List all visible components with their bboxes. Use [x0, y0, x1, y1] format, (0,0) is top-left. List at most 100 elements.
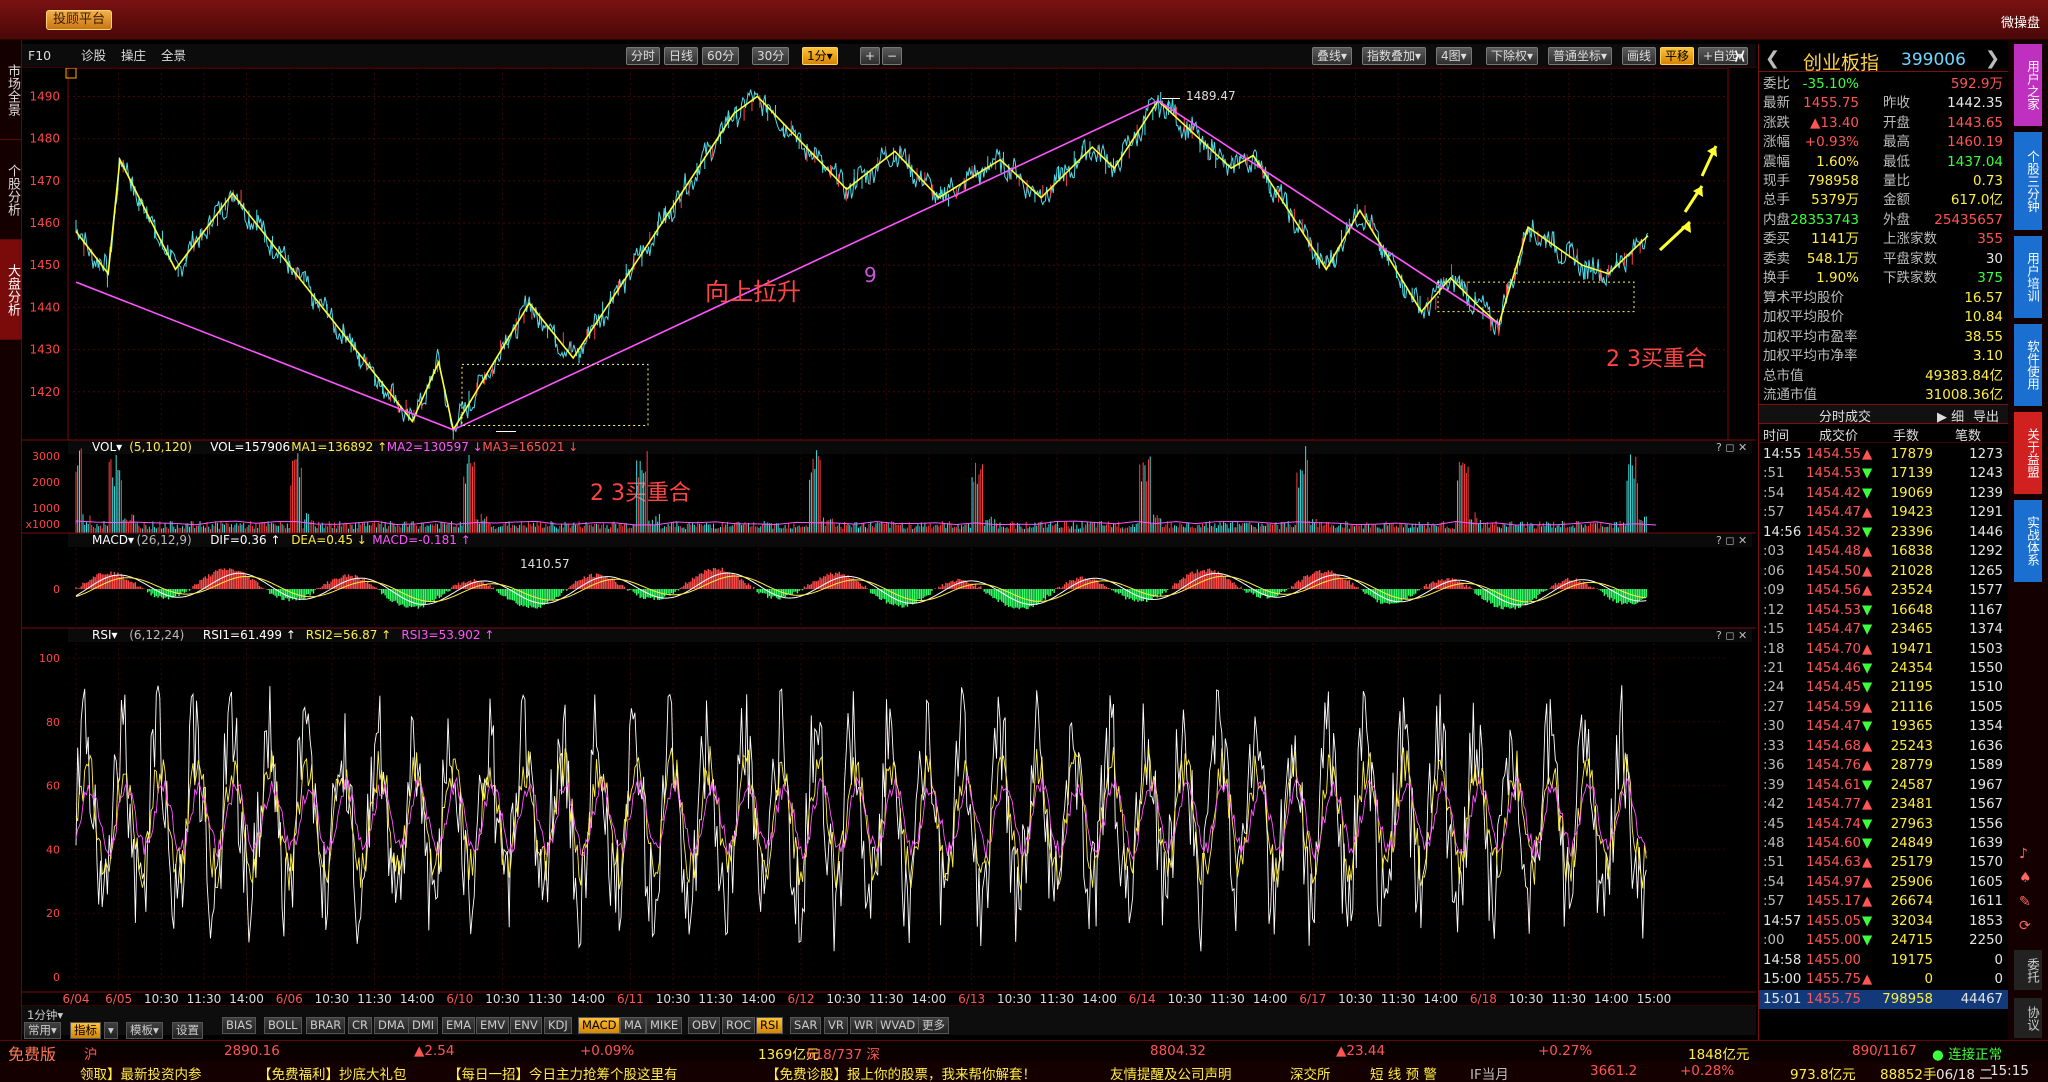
macd-panel-controls-icon[interactable]: ? ◻ ✕ [1716, 534, 1747, 547]
bottom-left-4[interactable]: 模板▾ [126, 1022, 163, 1039]
chart-area[interactable]: 1490 1480 1470 1460 1450 1440 1430 1420 向上拉升 9 2 3… [22, 68, 1756, 1005]
service-tab-1[interactable]: 个股三分钟 [2014, 132, 2042, 230]
news-ticker-item[interactable]: 【免费福利】抄底大礼包 [258, 1063, 407, 1082]
indicator-tab-roc[interactable]: ROC [722, 1017, 756, 1034]
service-tab-3[interactable]: 软件使用 [2014, 324, 2042, 406]
vol-header-0[interactable]: VOL▾ [92, 440, 122, 454]
indicator-tab-env[interactable]: ENV [510, 1017, 542, 1034]
vol-panel-controls-icon[interactable]: ? ◻ ✕ [1716, 441, 1747, 454]
tick-row[interactable]: :30 1454.47 ▼ 19365 1354 [1759, 717, 2009, 736]
tool-icon-1[interactable]: ♠ [2019, 870, 2032, 886]
rsi-header-0[interactable]: RSI▾ [92, 628, 118, 642]
indicator-tab-dmi[interactable]: DMI [408, 1017, 439, 1034]
news-ticker-item[interactable]: 深交所 [1290, 1063, 1331, 1082]
tick-row[interactable]: :51 1454.53 ▼ 17139 1243 [1759, 464, 2009, 483]
toolbar-item-1[interactable]: 诊股 [81, 47, 106, 65]
bottom-left-5[interactable]: 设置 [172, 1022, 203, 1039]
tick-row[interactable]: :18 1454.70 ▲ 19471 1503 [1759, 640, 2009, 659]
toolbar-right-6[interactable]: 平移 [1660, 47, 1695, 65]
toolbar-right-3[interactable]: 下除权▾ [1486, 47, 1539, 65]
tick-row[interactable]: :00 1455.00 ▼ 24715 2250 [1759, 931, 2009, 950]
service-tab-0[interactable]: 用户之家 [2014, 44, 2042, 126]
service-bottom-1[interactable]: 协议 [2014, 998, 2042, 1038]
indicator-tab-ema[interactable]: EMA [442, 1017, 476, 1034]
news-ticker-item[interactable]: 【每日一招】今日主力抢筹个股这里有 [448, 1063, 678, 1082]
indicator-tab-obv[interactable]: OBV [688, 1017, 721, 1034]
tick-row[interactable]: :42 1454.77 ▲ 23481 1567 [1759, 795, 2009, 814]
macd-header-0[interactable]: MACD▾ [92, 533, 134, 547]
indicator-tab-brar[interactable]: BRAR [306, 1017, 346, 1034]
left-tab-0[interactable]: 市场全景 [0, 40, 22, 140]
indicator-tab-boll[interactable]: BOLL [264, 1017, 302, 1034]
period-tab-3[interactable]: 30分 [752, 47, 790, 65]
tick-row[interactable]: :21 1454.46 ▼ 24354 1550 [1759, 659, 2009, 678]
tick-row[interactable]: :15 1454.47 ▼ 23465 1374 [1759, 620, 2009, 639]
next-index-icon[interactable]: ❯ [1985, 48, 2000, 69]
news-ticker-item[interactable]: 友情提醒及公司声明 [1110, 1063, 1232, 1082]
tick-row[interactable]: :36 1454.76 ▲ 28779 1589 [1759, 756, 2009, 775]
news-ticker-item[interactable]: 短 线 预 警 [1370, 1063, 1437, 1082]
indicator-tab-emv[interactable]: EMV [476, 1017, 510, 1034]
toolbar-right-4[interactable]: 普通坐标▾ [1548, 47, 1613, 65]
tick-row[interactable]: 14:57 1455.05 ▼ 32034 1853 [1759, 912, 2009, 931]
service-tab-5[interactable]: 实战体系 [2014, 500, 2042, 582]
service-bottom-0[interactable]: 委托 [2014, 950, 2042, 990]
rsi-panel-controls-icon[interactable]: ? ◻ ✕ [1716, 629, 1747, 642]
tick-row[interactable]: :48 1454.60 ▼ 24849 1639 [1759, 834, 2009, 853]
bottom-left-3[interactable]: ▾ [104, 1022, 118, 1039]
tool-icon-2[interactable]: ✎ [2019, 894, 2031, 910]
left-tab-1[interactable]: 个股分析 [0, 140, 22, 240]
micro-trading-link[interactable]: 微操盘 [2001, 12, 2040, 31]
toolbar-right-1[interactable]: 指数叠加▾ [1362, 47, 1427, 65]
bottom-left-1[interactable]: 常用▾ [24, 1022, 61, 1039]
toolbar-right-2[interactable]: 4图▾ [1436, 47, 1472, 65]
prev-index-icon[interactable]: ❮ [1765, 48, 1780, 69]
indicator-tab-更多[interactable]: 更多 [918, 1017, 949, 1034]
toolbar-item-2[interactable]: 操庄 [121, 47, 146, 65]
zoom-in-button[interactable]: + [860, 47, 880, 65]
tick-row[interactable]: :57 1454.47 ▲ 19423 1291 [1759, 503, 2009, 522]
indicator-tab-sar[interactable]: SAR [790, 1017, 822, 1034]
left-tab-2[interactable]: 大盘分析 [0, 240, 22, 340]
tick-row[interactable]: 15:01 1455.75 798958 44467 [1759, 989, 2009, 1009]
tick-export-button[interactable]: 导出 [1973, 406, 1999, 425]
tick-row[interactable]: :09 1454.56 ▲ 23524 1577 [1759, 581, 2009, 600]
tick-row[interactable]: :03 1454.48 ▲ 16838 1292 [1759, 542, 2009, 561]
toolbar-right-5[interactable]: 画线 [1622, 47, 1657, 65]
indicator-tab-cr[interactable]: CR [348, 1017, 373, 1034]
tick-row[interactable]: :57 1455.17 ▲ 26674 1611 [1759, 892, 2009, 911]
period-tab-4[interactable]: 1分▾ [802, 47, 838, 65]
tick-row[interactable]: :12 1454.53 ▼ 16648 1167 [1759, 601, 2009, 620]
tick-row[interactable]: :54 1454.42 ▼ 19069 1239 [1759, 484, 2009, 503]
tick-row[interactable]: 15:00 1455.75 ▲ 0 0 [1759, 970, 2009, 989]
tick-detail-button[interactable]: ▶ 细 [1937, 406, 1964, 425]
period-tab-2[interactable]: 60分 [702, 47, 740, 65]
tick-row[interactable]: 14:55 1454.55 ▲ 17879 1273 [1759, 445, 2009, 464]
tool-icon-0[interactable]: ♪ [2019, 846, 2028, 862]
tick-row[interactable]: :06 1454.50 ▲ 21028 1265 [1759, 562, 2009, 581]
indicator-tab-ma[interactable]: MA [620, 1017, 646, 1034]
expand-icon[interactable]: ⟩⟨ [1734, 47, 1745, 65]
period-tab-1[interactable]: 日线 [664, 47, 699, 65]
indicator-tab-mike[interactable]: MIKE [646, 1017, 683, 1034]
tick-row[interactable]: :27 1454.59 ▲ 21116 1505 [1759, 698, 2009, 717]
indicator-tab-kdj[interactable]: KDJ [544, 1017, 572, 1034]
service-tab-2[interactable]: 用户培训 [2014, 236, 2042, 318]
news-ticker-item[interactable]: 【免费诊股】报上你的股票，我来帮你解套！ [766, 1063, 1036, 1082]
tick-row[interactable]: :45 1454.74 ▼ 27963 1556 [1759, 815, 2009, 834]
tick-row[interactable]: 14:56 1454.32 ▼ 23396 1446 [1759, 523, 2009, 542]
tool-icon-3[interactable]: ⟳ [2019, 918, 2031, 934]
advisor-platform-button[interactable]: 投顾平台 [46, 10, 113, 30]
tick-row[interactable]: :51 1454.63 ▲ 25179 1570 [1759, 853, 2009, 872]
tick-row[interactable]: :54 1454.97 ▲ 25906 1605 [1759, 873, 2009, 892]
indicator-tab-rsi[interactable]: RSI [756, 1017, 783, 1034]
indicator-tab-vr[interactable]: VR [824, 1017, 848, 1034]
toolbar-right-0[interactable]: 叠线▾ [1312, 47, 1353, 65]
bottom-left-2[interactable]: 指标 [70, 1022, 101, 1039]
indicator-tab-wr[interactable]: WR [850, 1017, 878, 1034]
news-ticker-item[interactable]: 领取】最新投资内参 [80, 1063, 202, 1082]
tick-row[interactable]: :33 1454.68 ▲ 25243 1636 [1759, 737, 2009, 756]
zoom-out-button[interactable]: − [882, 47, 902, 65]
indicator-tab-macd[interactable]: MACD [578, 1017, 621, 1034]
tick-row[interactable]: :39 1454.61 ▼ 24587 1967 [1759, 776, 2009, 795]
